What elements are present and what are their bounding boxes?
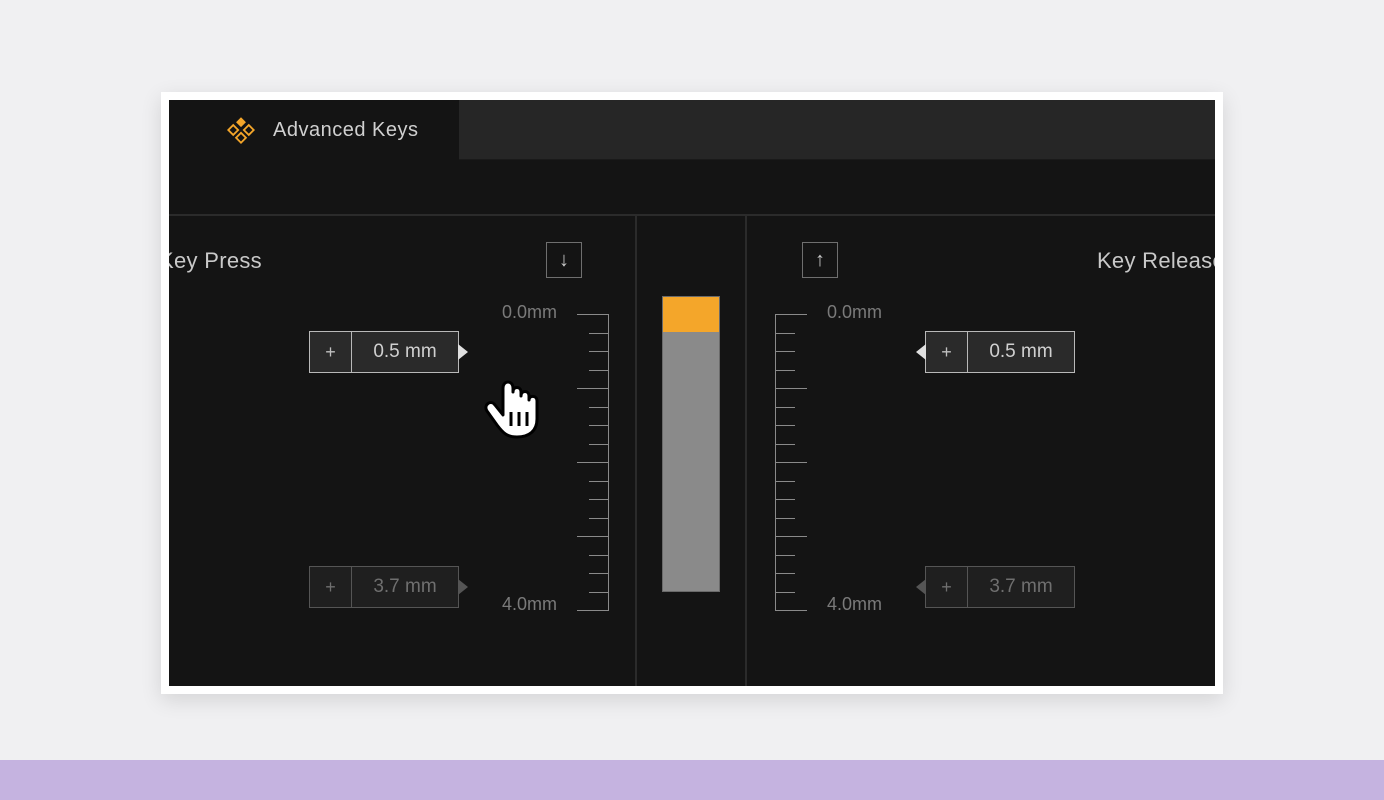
key-press-lower-value[interactable]: 3.7 mm: [352, 567, 458, 607]
ruler-tick: [775, 425, 795, 426]
ruler-tick: [589, 555, 609, 556]
key-release-direction-up[interactable]: ↑: [802, 242, 838, 278]
tab-advanced-keys[interactable]: Advanced Keys: [189, 100, 459, 160]
ruler-tick: [577, 536, 609, 537]
ruler-tick: [577, 462, 609, 463]
ruler-tick: [775, 573, 795, 574]
marker-pointer-icon: [916, 579, 926, 595]
arrow-down-icon: ↓: [559, 249, 569, 272]
ruler-tick: [589, 499, 609, 500]
key-release-lower-value[interactable]: 3.7 mm: [968, 567, 1074, 607]
add-binding-button[interactable]: +: [310, 332, 352, 372]
screenshot-frame: Advanced Keys Key Press ↓ 0.0mm 4.0mm + …: [161, 92, 1223, 694]
ruler-tick: [775, 314, 807, 315]
tab-stub: [169, 100, 189, 160]
ruler-tick: [577, 610, 609, 611]
key-press-title: Key Press: [169, 248, 262, 274]
ruler-tick: [775, 333, 795, 334]
ruler-tick: [589, 370, 609, 371]
ruler-label-bottom: 4.0mm: [827, 594, 882, 615]
key-press-upper-marker[interactable]: + 0.5 mm: [309, 331, 459, 373]
ruler-tick: [589, 573, 609, 574]
ruler-tick: [589, 481, 609, 482]
ruler-tick: [589, 425, 609, 426]
meter-fill-orange: [663, 297, 719, 332]
add-binding-button[interactable]: +: [926, 567, 968, 607]
key-release-upper-value[interactable]: 0.5 mm: [968, 332, 1074, 372]
page-footer-strip: [0, 760, 1384, 800]
ruler-tick: [775, 481, 795, 482]
meter-fill-grey: [663, 332, 719, 591]
key-release-ruler: [775, 314, 833, 610]
panel-key-release: Key Release ↑ 0.0mm 4.0mm + 0.5 mm + 3.7…: [749, 216, 1215, 686]
key-press-ruler: [551, 314, 609, 610]
arrow-up-icon: ↑: [815, 249, 825, 272]
marker-pointer-icon: [916, 344, 926, 360]
advanced-keys-icon: [227, 116, 255, 144]
ruler-tick: [589, 592, 609, 593]
ruler-tick: [775, 370, 795, 371]
ruler-tick: [589, 518, 609, 519]
ruler-tick: [589, 333, 609, 334]
add-binding-button[interactable]: +: [926, 332, 968, 372]
ruler-label-bottom: 4.0mm: [502, 594, 557, 615]
add-binding-button[interactable]: +: [310, 567, 352, 607]
ruler-tick: [775, 536, 807, 537]
content-area: Key Press ↓ 0.0mm 4.0mm + 0.5 mm + 3.7 m…: [169, 160, 1215, 686]
panel-meter: [635, 216, 747, 686]
ruler-tick: [775, 351, 795, 352]
ruler-tick: [775, 388, 807, 389]
ruler-tick: [775, 499, 795, 500]
key-release-title: Key Release: [1097, 248, 1215, 274]
app-window: Advanced Keys Key Press ↓ 0.0mm 4.0mm + …: [169, 100, 1215, 686]
marker-pointer-icon: [458, 344, 468, 360]
ruler-tick: [775, 407, 795, 408]
ruler-tick: [775, 444, 795, 445]
key-release-lower-marker[interactable]: + 3.7 mm: [925, 566, 1075, 608]
key-press-lower-marker[interactable]: + 3.7 mm: [309, 566, 459, 608]
ruler-tick: [775, 555, 795, 556]
actuation-meter: [662, 296, 720, 592]
ruler-tick: [775, 610, 807, 611]
ruler-tick: [577, 388, 609, 389]
ruler-tick: [577, 314, 609, 315]
ruler-tick: [775, 592, 795, 593]
ruler-tick: [589, 444, 609, 445]
ruler-tick: [589, 351, 609, 352]
key-press-direction-down[interactable]: ↓: [546, 242, 582, 278]
key-release-upper-marker[interactable]: + 0.5 mm: [925, 331, 1075, 373]
ruler-tick: [775, 518, 795, 519]
panel-key-press: Key Press ↓ 0.0mm 4.0mm + 0.5 mm + 3.7 m…: [169, 216, 635, 686]
tab-label: Advanced Keys: [273, 119, 418, 142]
key-press-upper-value[interactable]: 0.5 mm: [352, 332, 458, 372]
ruler-tick: [775, 462, 807, 463]
tab-bar: Advanced Keys: [169, 100, 1215, 160]
ruler-tick: [589, 407, 609, 408]
ruler-label-top: 0.0mm: [827, 302, 882, 323]
marker-pointer-icon: [458, 579, 468, 595]
ruler-label-top: 0.0mm: [502, 302, 557, 323]
